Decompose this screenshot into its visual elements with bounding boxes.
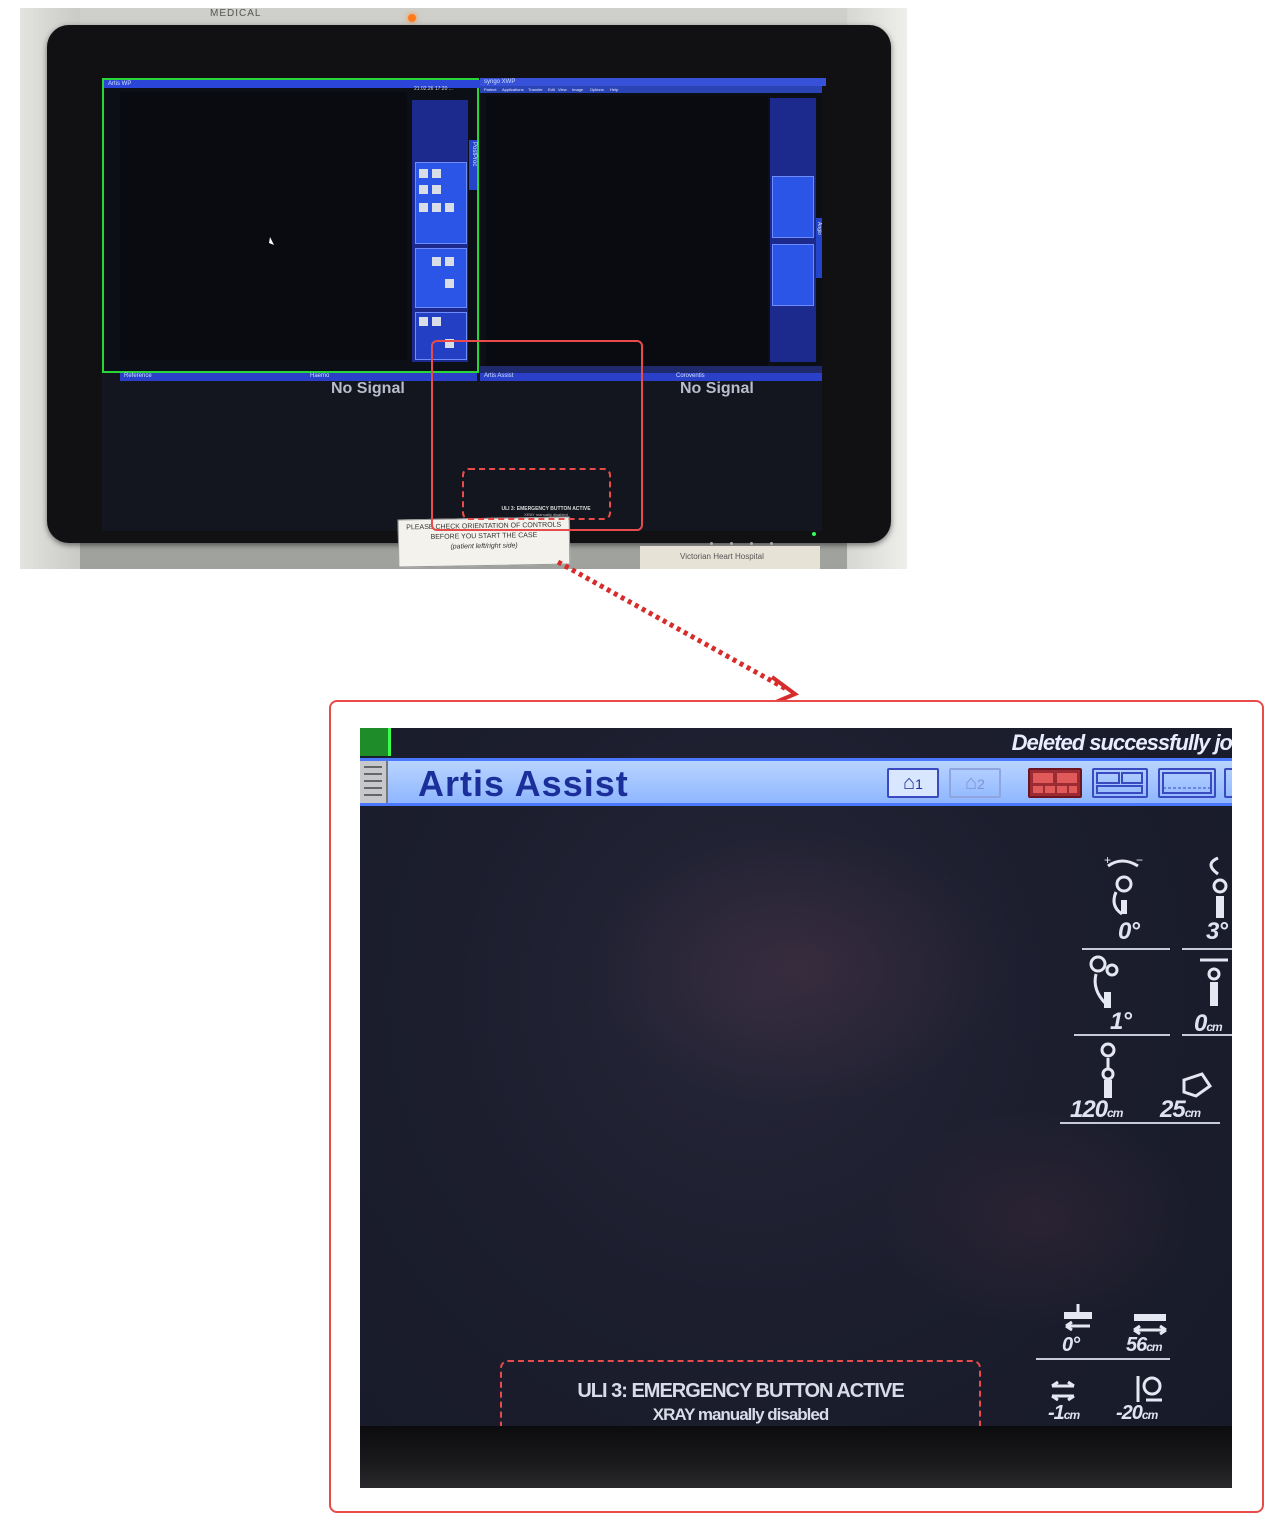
- svg-text:+: +: [1104, 853, 1111, 867]
- tool-icon[interactable]: [432, 185, 441, 194]
- tab-haemo[interactable]: Haemo: [310, 373, 329, 379]
- tool-icon[interactable]: [445, 203, 454, 212]
- angio-tab[interactable]: Angio: [816, 218, 822, 278]
- divider: [1060, 1122, 1220, 1124]
- monitor-bezel-edge: [360, 1426, 1232, 1488]
- medical-sign: MEDICAL: [210, 8, 262, 19]
- svg-text:−: −: [1136, 853, 1143, 867]
- angulation-value: 3°: [1206, 918, 1228, 945]
- menu-item[interactable]: Edit: [548, 87, 555, 92]
- layout-more-button[interactable]: [1224, 768, 1232, 798]
- image-viewport[interactable]: [486, 96, 768, 366]
- emergency-line2: XRAY manually disabled: [652, 1405, 829, 1424]
- status-message: Deleted successfully jo: [1011, 730, 1232, 755]
- artis-wp-panel[interactable]: Artis WP 21.02.26 17:20 ... PostProc: [102, 78, 481, 373]
- zoomed-artis-assist: Deleted successfully jo Artis Assist ⌂1 …: [360, 728, 1232, 1488]
- divider: [1074, 1034, 1170, 1036]
- menu-item[interactable]: Patient: [484, 87, 496, 92]
- home-icon: ⌂: [903, 772, 916, 794]
- rotation-value: 0°: [1118, 918, 1140, 945]
- view-tools[interactable]: [772, 176, 814, 238]
- bottom-tab-bar[interactable]: Reference Haemo: [120, 373, 477, 381]
- table-rotation-value: 0°: [1062, 1334, 1080, 1356]
- adjust-tools[interactable]: [415, 248, 467, 308]
- tool-icon[interactable]: [432, 169, 441, 178]
- menu-item[interactable]: Help: [610, 87, 618, 92]
- menu-item[interactable]: Applications: [502, 87, 524, 92]
- tool-icon[interactable]: [419, 317, 428, 326]
- postproc-tab[interactable]: PostProc: [469, 140, 477, 190]
- active-indicator: [360, 728, 391, 756]
- table-vertical-value: -1cm: [1048, 1402, 1080, 1424]
- layout-single-icon: [1162, 772, 1212, 794]
- background-glare: [590, 828, 1010, 1108]
- highlight-emergency: [462, 468, 611, 520]
- layout-single-button[interactable]: [1158, 768, 1216, 798]
- home-icon: ⌂: [965, 772, 978, 794]
- book-cover: Victorian Heart Hospital: [640, 546, 820, 569]
- divider: [1036, 1358, 1170, 1360]
- menu-item[interactable]: View: [558, 87, 567, 92]
- no-signal-left: No Signal: [331, 380, 405, 397]
- menu-item[interactable]: Transfer: [528, 87, 543, 92]
- mouse-cursor-icon: [269, 237, 274, 245]
- tab-reference[interactable]: Reference: [124, 373, 152, 379]
- status-led: [812, 532, 816, 536]
- tool-icon[interactable]: [445, 257, 454, 266]
- menu-bar[interactable]: Patient Applications Transfer Edit View …: [480, 86, 822, 93]
- view-tools[interactable]: [415, 162, 467, 244]
- background-glare: [880, 1108, 1200, 1328]
- tool-icon[interactable]: [419, 185, 428, 194]
- tool-icon[interactable]: [419, 203, 428, 212]
- drag-handle-icon[interactable]: [360, 761, 388, 803]
- adjust-tools[interactable]: [772, 244, 814, 306]
- height-value: 120cm: [1070, 1096, 1123, 1123]
- tab-coroventis[interactable]: Coroventis: [676, 373, 705, 379]
- tools-sidebar[interactable]: 21.02.26 17:20 ...: [412, 86, 468, 362]
- divider: [1082, 948, 1170, 950]
- power-led: [408, 14, 416, 22]
- table-height-value: -20cm: [1116, 1402, 1158, 1424]
- image-viewport[interactable]: [120, 92, 407, 360]
- menu-item[interactable]: Image: [572, 87, 583, 92]
- emergency-line1: ULI 3: EMERGENCY BUTTON ACTIVE: [577, 1380, 904, 1402]
- artis-assist-titlebar[interactable]: Artis Assist ⌂1 ⌂2: [360, 758, 1232, 806]
- tool-icon[interactable]: [419, 169, 428, 178]
- syngo-xwp-panel[interactable]: syngo XWP Patient Applications Transfer …: [480, 78, 826, 373]
- layout-grid-icon: [1033, 773, 1077, 793]
- date-label: 21.02.26 17:20 ...: [414, 86, 453, 92]
- tools-sidebar[interactable]: [770, 98, 816, 362]
- layout-split-button[interactable]: [1092, 768, 1148, 798]
- layout-quad-button[interactable]: [1028, 768, 1082, 798]
- divider: [1182, 948, 1232, 950]
- window-title: Artis Assist: [418, 763, 629, 804]
- no-signal-right: No Signal: [680, 380, 754, 397]
- layout-split-icon: [1096, 772, 1143, 794]
- sid-value: 25cm: [1160, 1096, 1201, 1123]
- tool-icon[interactable]: [432, 257, 441, 266]
- tool-icon[interactable]: [432, 203, 441, 212]
- longitudinal-icon: [1196, 952, 1232, 1017]
- divider: [1182, 1034, 1232, 1036]
- home-2-button[interactable]: ⌂2: [949, 768, 1001, 798]
- panel-title: syngo XWP: [480, 78, 826, 86]
- table-lateral-value: 56cm: [1126, 1334, 1163, 1356]
- tool-icon[interactable]: [445, 279, 454, 288]
- tilt-value: 1°: [1110, 1008, 1132, 1035]
- tool-icon[interactable]: [432, 317, 441, 326]
- home-1-button[interactable]: ⌂1: [887, 768, 939, 798]
- menu-item[interactable]: Options: [590, 87, 604, 92]
